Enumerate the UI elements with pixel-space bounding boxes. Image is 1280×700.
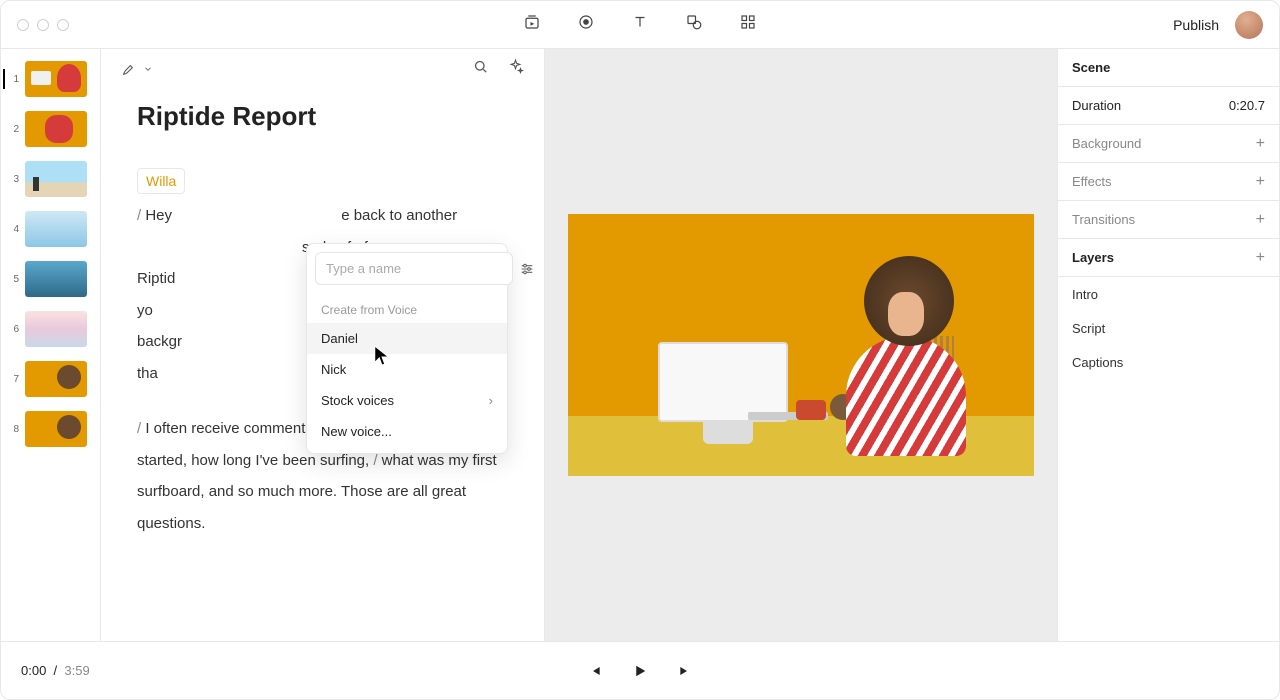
toolbar-center: [523, 13, 757, 36]
voice-item-stock[interactable]: Stock voices›: [307, 385, 507, 416]
layout-grid-icon[interactable]: [739, 13, 757, 36]
layer-captions[interactable]: Captions: [1058, 345, 1279, 379]
voice-selector-popover: Create from Voice Daniel Nick Stock voic…: [306, 243, 508, 454]
voice-name-input[interactable]: [315, 252, 513, 285]
traffic-min[interactable]: [37, 19, 49, 31]
chevron-down-icon: [143, 64, 153, 74]
scene-thumb-6[interactable]: 6: [9, 311, 92, 347]
voice-settings-icon[interactable]: [519, 260, 535, 278]
scene-thumb-3[interactable]: 3: [9, 161, 92, 197]
voice-item-nick[interactable]: Nick: [307, 354, 507, 385]
transitions-row[interactable]: Transitions+: [1058, 201, 1279, 239]
layer-intro[interactable]: Intro: [1058, 277, 1279, 311]
add-background-button[interactable]: +: [1256, 136, 1265, 152]
prev-scene-button[interactable]: [587, 663, 603, 679]
chevron-right-icon: ›: [489, 393, 493, 408]
media-library-icon[interactable]: [523, 13, 541, 36]
scene-thumb-2[interactable]: 2: [9, 111, 92, 147]
layer-script[interactable]: Script: [1058, 311, 1279, 345]
scene-thumb-8[interactable]: 8: [9, 411, 92, 447]
effects-row[interactable]: Effects+: [1058, 163, 1279, 201]
traffic-max[interactable]: [57, 19, 69, 31]
voice-section-label: Create from Voice: [307, 293, 507, 323]
add-effects-button[interactable]: +: [1256, 174, 1265, 190]
sparkle-icon[interactable]: [507, 58, 524, 80]
user-avatar[interactable]: [1235, 11, 1263, 39]
add-layer-button[interactable]: +: [1256, 250, 1265, 266]
publish-button[interactable]: Publish: [1173, 17, 1219, 33]
preview-column: [545, 49, 1057, 641]
scene-thumb-5[interactable]: 5: [9, 261, 92, 297]
playback-bar: 0:00 / 3:59: [1, 641, 1279, 699]
background-row[interactable]: Background+: [1058, 125, 1279, 163]
duration-row[interactable]: Duration0:20.7: [1058, 87, 1279, 125]
speaker-tag[interactable]: Willa: [137, 168, 185, 194]
scene-preview[interactable]: [568, 214, 1034, 476]
scene-thumbnails: 1 2 3 4 5 6 7 8: [1, 49, 101, 641]
add-transitions-button[interactable]: +: [1256, 212, 1265, 228]
scene-thumb-1[interactable]: 1: [9, 61, 92, 97]
record-icon[interactable]: [577, 13, 595, 36]
voice-item-new[interactable]: New voice...: [307, 416, 507, 447]
shape-tool-icon[interactable]: [685, 13, 703, 36]
traffic-close[interactable]: [17, 19, 29, 31]
layers-header: Layers+: [1058, 239, 1279, 277]
scene-thumb-7[interactable]: 7: [9, 361, 92, 397]
scene-title[interactable]: Riptide Report: [137, 101, 508, 132]
play-button[interactable]: [631, 662, 649, 680]
scene-thumb-4[interactable]: 4: [9, 211, 92, 247]
panel-scene-header: Scene: [1072, 60, 1110, 75]
window-controls: [17, 19, 69, 31]
text-tool-icon[interactable]: [631, 13, 649, 36]
properties-panel: Scene Duration0:20.7 Background+ Effects…: [1057, 49, 1279, 641]
write-mode-dropdown[interactable]: [121, 61, 153, 77]
voice-item-daniel[interactable]: Daniel: [307, 323, 507, 354]
playback-time: 0:00 / 3:59: [21, 663, 90, 678]
next-scene-button[interactable]: [677, 663, 693, 679]
search-icon[interactable]: [472, 58, 489, 80]
titlebar: Publish: [1, 1, 1279, 49]
